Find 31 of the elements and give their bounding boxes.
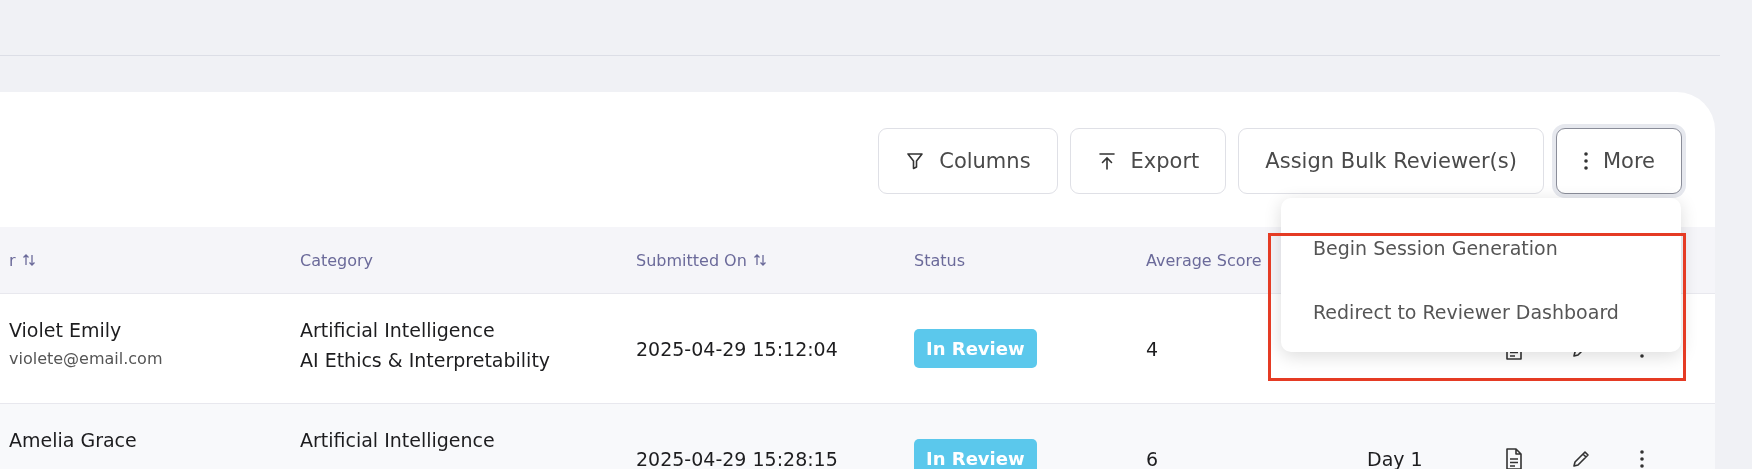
average-score: 4	[1146, 337, 1159, 360]
reviewer-email: violete@email.com	[9, 349, 163, 369]
average-score: 6	[1146, 447, 1159, 469]
column-header: Category	[300, 250, 375, 270]
status-badge: In Review	[914, 439, 1037, 469]
sort-icon[interactable]	[21, 253, 36, 267]
reviewer-name: Amelia Grace	[9, 429, 137, 451]
pencil-icon[interactable]	[1571, 448, 1591, 469]
column-header: Status	[914, 250, 966, 270]
submitted-date: 2025-04-29 15:28:15	[636, 447, 838, 469]
day-text: Day 1	[1367, 447, 1423, 469]
submitted-date: 2025-04-29 15:12:04	[636, 337, 838, 360]
filter-icon	[905, 151, 926, 171]
category-text: Artificial Intelligence	[300, 429, 495, 451]
kebab-icon	[1582, 151, 1589, 171]
status-badge: In Review	[914, 329, 1037, 368]
menu-item[interactable]: Redirect to Reviewer Dashboard	[1281, 280, 1681, 344]
category-text: AI Ethics & Interpretability	[300, 349, 551, 371]
column-header[interactable]: Submitted On	[636, 250, 914, 270]
document-icon[interactable]	[1505, 447, 1523, 469]
column-header[interactable]: r	[0, 250, 300, 270]
category-text: Artificial Intelligence	[300, 319, 495, 341]
upload-icon	[1096, 151, 1117, 171]
toolbar-button[interactable]: Export	[1069, 128, 1227, 194]
menu-item[interactable]: Begin Session Generation	[1281, 216, 1681, 280]
column-header: Average Score	[1146, 250, 1263, 270]
toolbar-button[interactable]: Columns	[878, 128, 1058, 194]
toolbar-button[interactable]: Assign Bulk Reviewer(s)	[1238, 128, 1544, 194]
kebab-icon[interactable]	[1639, 448, 1645, 469]
reviewer-name: Violet Emily	[9, 319, 122, 341]
sort-icon[interactable]	[752, 253, 767, 267]
